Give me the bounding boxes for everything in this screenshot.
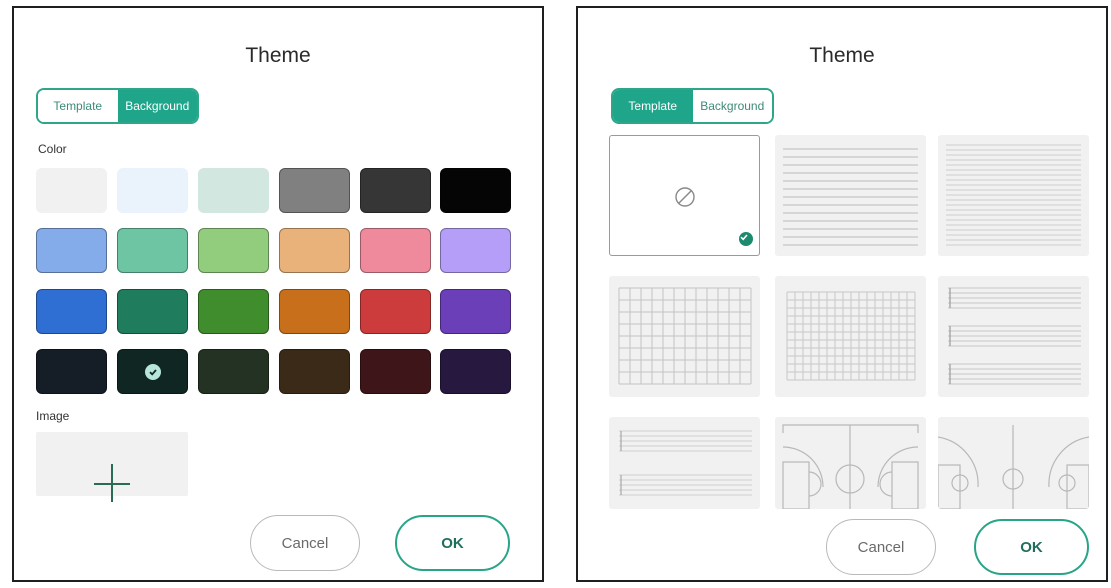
color-section-label: Color: [38, 142, 67, 156]
music-staff-light-icon: [619, 430, 752, 496]
color-swatch[interactable]: [198, 289, 269, 334]
color-swatch[interactable]: [198, 168, 269, 213]
no-template-icon: [675, 187, 695, 207]
color-swatch[interactable]: [279, 349, 350, 394]
template-tile-lines-wide[interactable]: [775, 135, 926, 256]
color-swatch[interactable]: [440, 289, 511, 334]
color-swatch[interactable]: [117, 168, 188, 213]
add-image-button[interactable]: [36, 432, 188, 502]
template-tile-grid-large[interactable]: [609, 276, 760, 397]
color-swatch[interactable]: [36, 228, 107, 273]
ok-button[interactable]: OK: [395, 515, 510, 571]
color-swatch[interactable]: [440, 168, 511, 213]
template-tile-basketball-half-court[interactable]: [775, 417, 926, 509]
color-swatch[interactable]: [279, 289, 350, 334]
template-tile-grid-small[interactable]: [775, 276, 926, 397]
color-swatch[interactable]: [117, 228, 188, 273]
color-swatch[interactable]: [440, 349, 511, 394]
dialog-title: Theme: [809, 44, 875, 67]
dialog-title: Theme: [245, 44, 311, 67]
template-tile-lines-narrow[interactable]: [938, 135, 1089, 256]
template-tile-basketball-court[interactable]: [938, 417, 1089, 509]
template-tile-music-staff[interactable]: [938, 276, 1089, 397]
theme-tab-switcher: Template Background: [611, 88, 774, 124]
small-grid-icon: [786, 291, 916, 381]
color-swatch[interactable]: [198, 228, 269, 273]
color-swatch[interactable]: [360, 168, 431, 213]
color-swatch[interactable]: [440, 228, 511, 273]
cancel-button[interactable]: Cancel: [826, 519, 936, 575]
ok-button[interactable]: OK: [974, 519, 1089, 575]
selected-check-icon: [144, 363, 161, 380]
selected-check-icon: [739, 232, 753, 246]
color-swatch[interactable]: [198, 349, 269, 394]
color-swatch[interactable]: [117, 289, 188, 334]
narrow-lines-icon: [946, 144, 1081, 246]
color-swatch[interactable]: [36, 168, 107, 213]
image-section-label: Image: [36, 409, 70, 423]
basketball-full-court-icon: [938, 425, 1089, 509]
color-swatch[interactable]: [360, 228, 431, 273]
grid-icon: [618, 287, 752, 385]
color-swatch[interactable]: [360, 289, 431, 334]
color-swatch[interactable]: [279, 168, 350, 213]
template-tile-music-staff-light[interactable]: [609, 417, 760, 509]
music-staff-icon: [948, 287, 1081, 385]
basketball-court-icon: [782, 424, 919, 509]
template-tile-none[interactable]: [609, 135, 760, 256]
theme-dialog-background: Theme Template Background Color Image Ca…: [12, 6, 544, 582]
cancel-button[interactable]: Cancel: [250, 515, 360, 571]
tab-template[interactable]: Template: [38, 90, 118, 122]
color-swatch[interactable]: [279, 228, 350, 273]
tab-template[interactable]: Template: [613, 90, 693, 122]
theme-tab-switcher: Template Background: [36, 88, 199, 124]
color-swatch[interactable]: [36, 289, 107, 334]
tab-background[interactable]: Background: [692, 90, 772, 122]
ruled-lines-icon: [783, 148, 918, 246]
theme-dialog-template: Theme Template Background Cancel OK: [576, 6, 1108, 582]
color-swatch[interactable]: [36, 349, 107, 394]
color-swatch[interactable]: [117, 349, 188, 394]
color-swatch[interactable]: [360, 349, 431, 394]
tab-background[interactable]: Background: [117, 90, 197, 122]
